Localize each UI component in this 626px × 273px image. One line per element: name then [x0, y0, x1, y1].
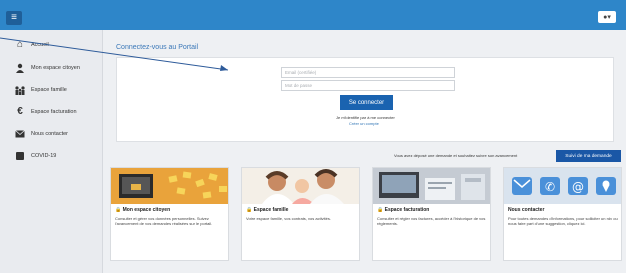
card-title-text: Espace facturation	[384, 207, 430, 213]
lock-icon: 🔒	[377, 207, 384, 213]
page-title: Connectez-vous au Portail	[116, 44, 199, 51]
card-image-famille	[242, 168, 359, 204]
password-field[interactable]	[281, 80, 455, 91]
card-title: Nous contacter	[508, 207, 544, 213]
sidebar-item-label: Espace facturation	[31, 109, 77, 115]
sidebar: ⌂ Accueil Mon espace citoyen Espace fami…	[0, 30, 103, 273]
card-title-text: Mon espace citoyen	[122, 207, 171, 213]
card-facturation[interactable]: 🔒 Espace facturation Consulter et régler…	[372, 167, 491, 261]
sidebar-item-label: Espace famille	[31, 87, 67, 93]
square-icon	[14, 151, 26, 161]
card-title-text: Espace famille	[253, 207, 289, 213]
sidebar-item-label: Mon espace citoyen	[31, 65, 80, 71]
card-contact[interactable]: ✆ @ Nous contacter Pour toutes demandes …	[503, 167, 622, 261]
track-request-button[interactable]: Suivi de ma demande	[556, 150, 621, 162]
sidebar-item-covid[interactable]: COVID-19	[0, 145, 103, 167]
card-famille[interactable]: 🔒 Espace famille Votre espace famille, v…	[241, 167, 360, 261]
sidebar-item-label: COVID-19	[31, 153, 57, 159]
user-menu-button[interactable]: ● ▾	[598, 11, 616, 23]
mail-icon	[14, 129, 26, 139]
chevron-down-icon: ▾	[607, 14, 611, 21]
card-title: 🔒 Mon espace citoyen	[115, 207, 170, 213]
sidebar-item-accueil[interactable]: ⌂ Accueil	[0, 34, 103, 56]
sidebar-item-citoyen[interactable]: Mon espace citoyen	[0, 57, 103, 79]
sidebar-item-label: Nous contacter	[31, 131, 68, 137]
person-icon	[14, 63, 26, 73]
card-image-facturation	[373, 168, 490, 204]
svg-text:✆: ✆	[545, 180, 555, 194]
card-image-contact: ✆ @	[504, 168, 621, 204]
sidebar-item-famille[interactable]: Espace famille	[0, 79, 103, 101]
card-title-text: Nous contacter	[508, 207, 545, 213]
connect-button[interactable]: Se connecter	[340, 95, 393, 110]
euro-icon: €	[17, 106, 23, 117]
lock-icon: 🔒	[246, 207, 253, 213]
email-field[interactable]	[281, 67, 455, 78]
forgot-password-line[interactable]: Je m'identifie par à me connecter	[336, 115, 395, 120]
card-citoyen[interactable]: 🔒 Mon espace citoyen Consulter et gérer …	[110, 167, 229, 261]
card-description: Pour toutes demandes d'informations, pou…	[508, 216, 618, 227]
card-title: 🔒 Espace facturation	[377, 207, 429, 213]
home-icon: ⌂	[16, 39, 24, 50]
portal-page: ≡ ● ▾ ⌂ Accueil Mon espace citoyen Espac…	[0, 0, 626, 273]
lock-icon: 🔒	[115, 207, 122, 213]
create-account-link[interactable]: Créer un compte	[349, 121, 379, 126]
request-info-text: Vous avez déposé une demande et souhaite…	[394, 153, 518, 158]
sidebar-item-label: Accueil	[31, 42, 49, 48]
card-image-citoyen	[111, 168, 228, 204]
sidebar-item-contact[interactable]: Nous contacter	[0, 123, 103, 145]
top-bar: ≡ ● ▾	[0, 0, 626, 30]
card-description: Consulter et gérer vos données personnel…	[115, 216, 213, 227]
family-icon	[14, 85, 26, 95]
card-description: Consulter et régler vos factures, accéde…	[377, 216, 486, 227]
hamburger-icon[interactable]: ≡	[6, 11, 22, 25]
card-description: Votre espace famille, vos contrats, vos …	[246, 216, 331, 221]
sidebar-item-facturation[interactable]: € Espace facturation	[0, 101, 103, 123]
card-title: 🔒 Espace famille	[246, 207, 288, 213]
svg-text:@: @	[572, 180, 584, 194]
